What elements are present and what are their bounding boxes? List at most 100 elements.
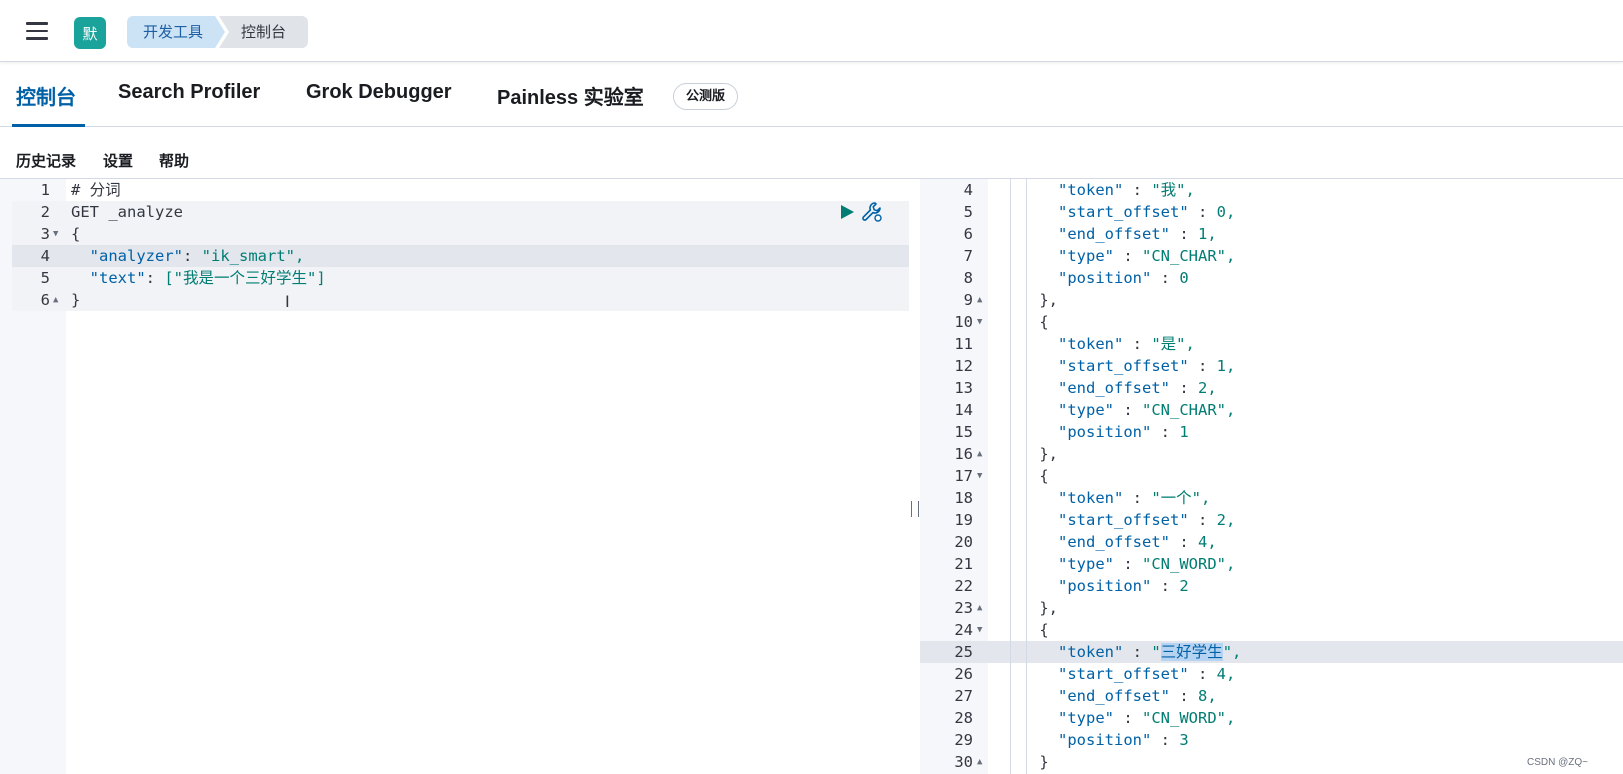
line-number: 26 [954, 665, 973, 683]
hamburger-icon[interactable] [26, 22, 48, 40]
response-editor[interactable]: 4 "token" : "我", 5 "start_offset" : 0, 6 "… [920, 179, 1623, 774]
code-text: "position" : 2 [1058, 577, 1189, 595]
line-number: 5 [963, 203, 973, 221]
response-line: 23 ▲ }, [920, 597, 1623, 619]
code-text: { [71, 225, 81, 243]
code-text: "type" : "CN_WORD", [1058, 555, 1236, 573]
code-text: "end_offset" : 2, [1058, 379, 1217, 397]
line-number: 9 [963, 291, 973, 309]
request-editor[interactable]: 1 # 分词 2 GET _analyze 3 ▼ { 4 "analyzer"… [0, 179, 909, 774]
resize-grip-icon[interactable] [911, 501, 919, 517]
console-toolbar: 历史记录 设置 帮助 [0, 128, 1623, 179]
editor-line: 4 "analyzer": "ik_smart", [0, 245, 909, 267]
line-number: 11 [954, 335, 973, 353]
fold-toggle-icon[interactable]: ▼ [53, 223, 63, 245]
code-text: "end_offset" : 4, [1058, 533, 1217, 551]
line-number: 4 [963, 181, 973, 199]
response-line: 27 "end_offset" : 8, [920, 685, 1623, 707]
response-line: 24 ▼ { [920, 619, 1623, 641]
response-line: 4 "token" : "我", [920, 179, 1623, 201]
line-number: 18 [954, 489, 973, 507]
response-line: 19 "start_offset" : 2, [920, 509, 1623, 531]
response-line: 29 "position" : 3 [920, 729, 1623, 751]
line-number: 30 [954, 753, 973, 771]
line-number: 24 [954, 621, 973, 639]
help-link[interactable]: 帮助 [159, 150, 189, 171]
tab-painless-lab[interactable]: Painless 实验室 [497, 81, 644, 110]
response-line: 18 "token" : "一个", [920, 487, 1623, 509]
response-line: 28 "type" : "CN_WORD", [920, 707, 1623, 729]
code-text: { [1002, 621, 1049, 639]
breadcrumb-console: 控制台 [219, 16, 309, 48]
editor-line: 6 ▲ } [0, 289, 909, 311]
tab-console[interactable]: 控制台 [16, 81, 76, 110]
code-text: "text": ["我是一个三好学生"] [89, 269, 326, 287]
space-avatar[interactable]: 默 [74, 17, 106, 49]
code-text: "start_offset" : 0, [1058, 203, 1236, 221]
fold-toggle-icon[interactable]: ▲ [977, 443, 987, 465]
code-text: "start_offset" : 2, [1058, 511, 1236, 529]
wrench-icon[interactable] [861, 201, 883, 223]
tab-bar: 控制台 Search Profiler Grok Debugger Painle… [0, 63, 1623, 127]
fold-toggle-icon[interactable]: ▲ [977, 751, 987, 773]
line-number: 6 [963, 225, 973, 243]
tab-search-profiler[interactable]: Search Profiler [118, 81, 260, 104]
fold-toggle-icon[interactable]: ▼ [977, 311, 987, 333]
selected-text: 三好学生 [1160, 643, 1223, 661]
code-text: "analyzer": "ik_smart", [89, 247, 305, 265]
breadcrumb-dev-tools[interactable]: 开发工具 [127, 16, 225, 48]
fold-toggle-icon[interactable]: ▲ [977, 289, 987, 311]
line-number: 15 [954, 423, 973, 441]
line-number: 14 [954, 401, 973, 419]
editor-line: 1 # 分词 [0, 179, 909, 201]
fold-toggle-icon[interactable]: ▲ [977, 597, 987, 619]
pane-resizer[interactable] [910, 179, 920, 774]
response-line: 25 "token" : "三好学生", [920, 641, 1623, 663]
app-header: 默 开发工具 控制台 [0, 0, 1623, 62]
line-number: 13 [954, 379, 973, 397]
code-text: "token" : "我", [1058, 181, 1195, 199]
line-number: 29 [954, 731, 973, 749]
response-line: 20 "end_offset" : 4, [920, 531, 1623, 553]
tab-grok-debugger[interactable]: Grok Debugger [306, 81, 452, 104]
line-number: 16 [954, 445, 973, 463]
code-text: "start_offset" : 1, [1058, 357, 1236, 375]
code-text: "end_offset" : 1, [1058, 225, 1217, 243]
code-text: "start_offset" : 4, [1058, 665, 1236, 683]
code-text: } [1002, 753, 1049, 771]
response-line: 5 "start_offset" : 0, [920, 201, 1623, 223]
fold-toggle-icon[interactable]: ▼ [977, 619, 987, 641]
response-line: 7 "type" : "CN_CHAR", [920, 245, 1623, 267]
code-text: }, [1002, 445, 1058, 463]
response-line: 26 "start_offset" : 4, [920, 663, 1623, 685]
response-line: 15 "position" : 1 [920, 421, 1623, 443]
line-number: 8 [963, 269, 973, 287]
history-link[interactable]: 历史记录 [16, 150, 76, 171]
play-icon[interactable] [838, 203, 856, 221]
line-number: 5 [40, 269, 50, 287]
code-text: "position" : 3 [1058, 731, 1189, 749]
text-cursor-icon: I [285, 292, 290, 311]
line-number: 7 [963, 247, 973, 265]
editor-line: 5 "text": ["我是一个三好学生"] [0, 267, 909, 289]
line-number: 10 [954, 313, 973, 331]
response-line: 14 "type" : "CN_CHAR", [920, 399, 1623, 421]
code-text: "type" : "CN_WORD", [1058, 709, 1236, 727]
fold-toggle-icon[interactable]: ▲ [53, 289, 63, 311]
line-number: 17 [954, 467, 973, 485]
response-line: 9 ▲ }, [920, 289, 1623, 311]
line-number: 6 [40, 291, 50, 309]
line-number: 22 [954, 577, 973, 595]
response-line: 11 "token" : "是", [920, 333, 1623, 355]
line-number: 19 [954, 511, 973, 529]
code-text: { [1002, 467, 1049, 485]
response-line: 17 ▼ { [920, 465, 1623, 487]
line-number: 2 [40, 203, 50, 221]
response-line: 21 "type" : "CN_WORD", [920, 553, 1623, 575]
breadcrumb: 开发工具 控制台 [127, 16, 309, 48]
line-number: 20 [954, 533, 973, 551]
line-number: 1 [40, 181, 50, 199]
fold-toggle-icon[interactable]: ▼ [977, 465, 987, 487]
settings-link[interactable]: 设置 [103, 150, 133, 171]
code-text: } [71, 291, 81, 309]
